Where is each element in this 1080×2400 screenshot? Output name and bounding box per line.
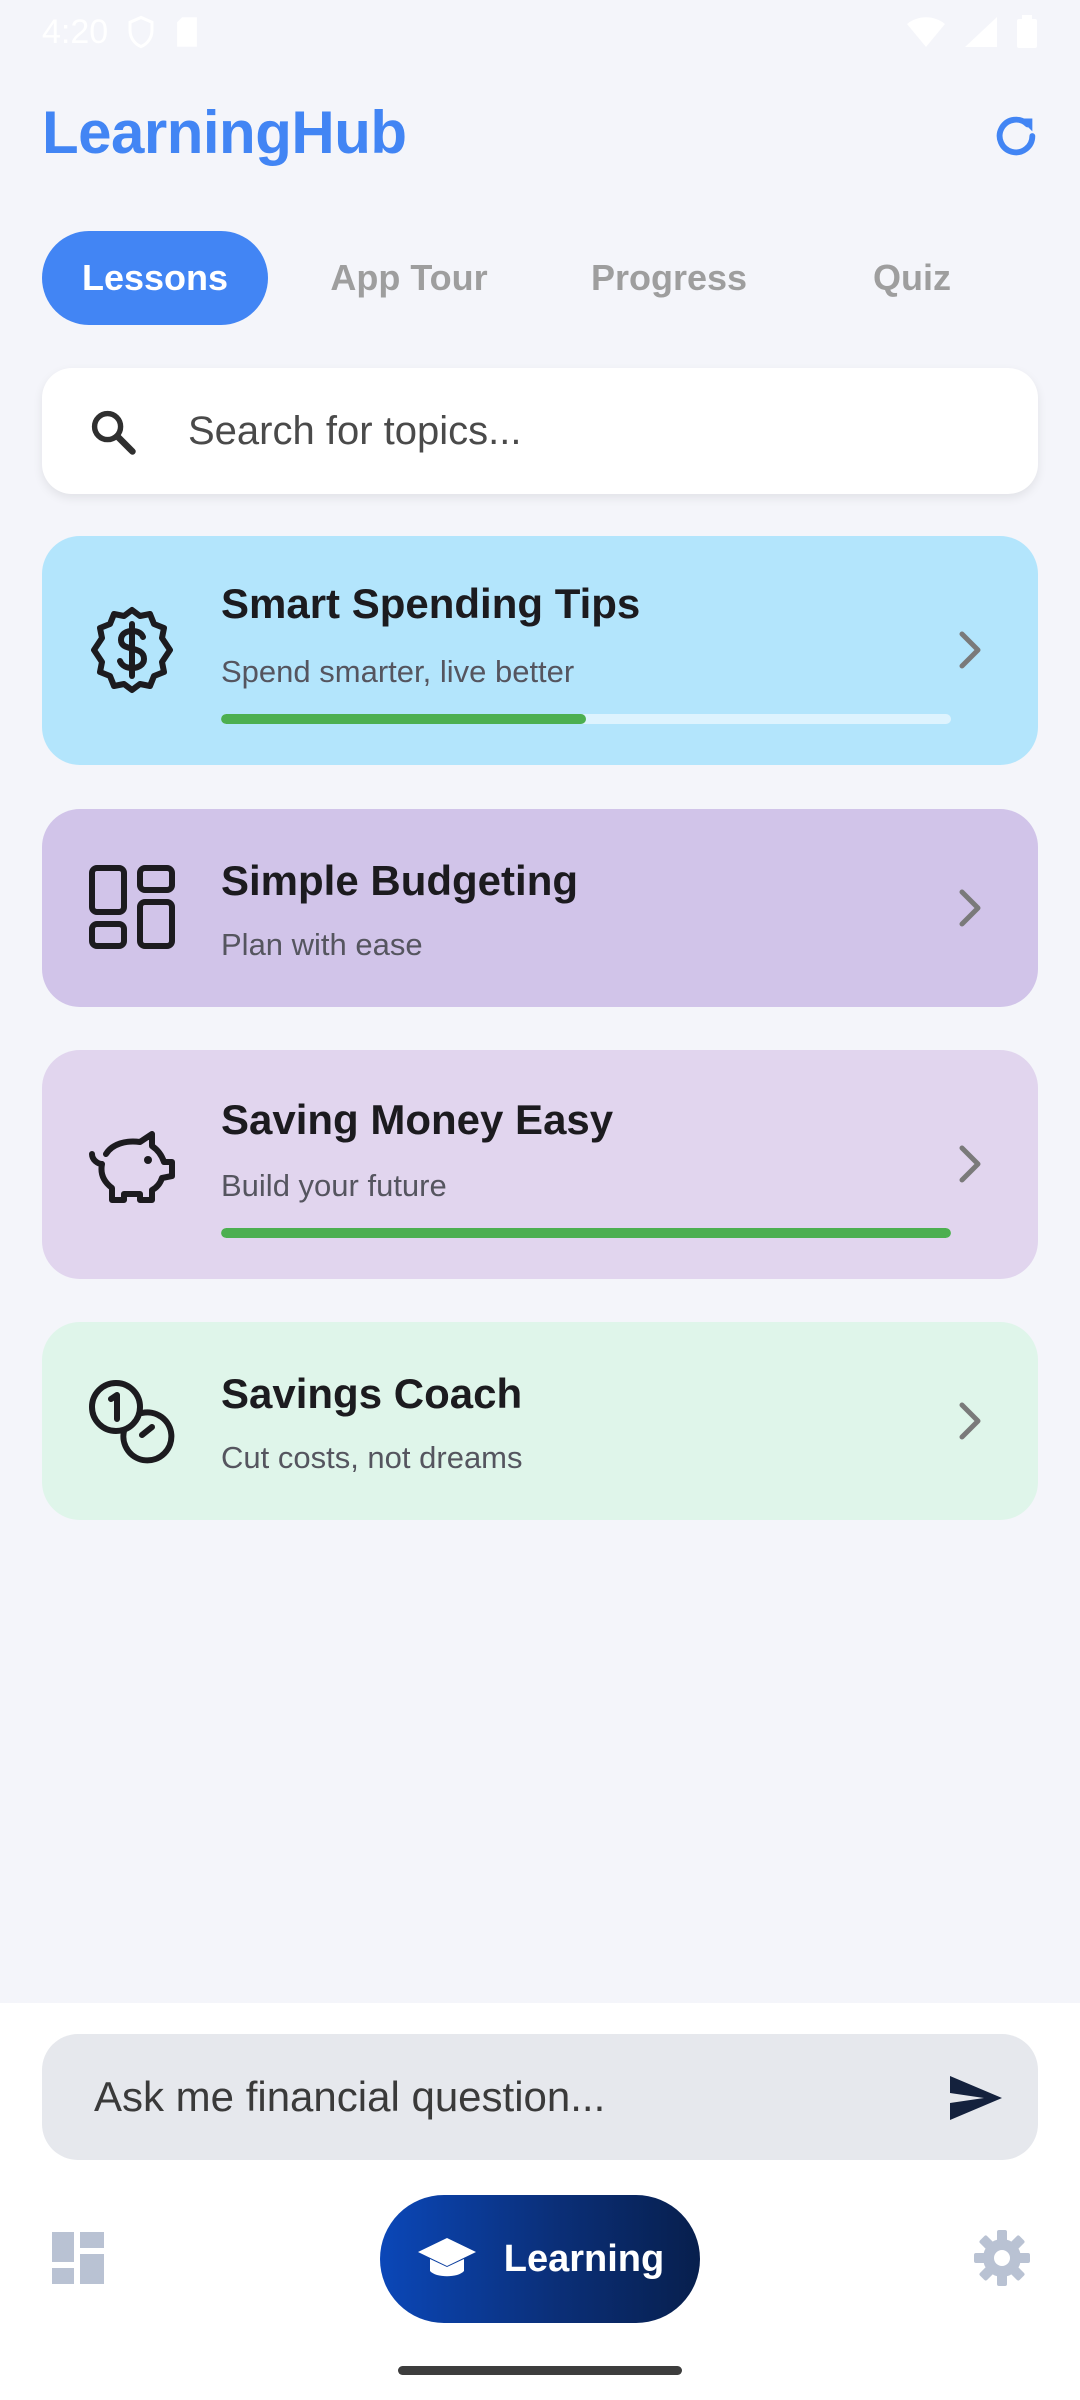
dollar-badge-icon [91, 607, 173, 693]
lesson-title: Smart Spending Tips [221, 580, 641, 627]
lesson-title: Savings Coach [221, 1370, 523, 1417]
lesson-progress-bar [221, 714, 951, 724]
send-icon[interactable] [946, 2072, 1006, 2124]
home-indicator[interactable] [398, 2366, 682, 2375]
lesson-card-savings-coach[interactable]: Savings Coach Cut costs, not dreams [42, 1322, 1038, 1520]
dashboard-grid-icon [89, 865, 175, 949]
chevron-right-icon [959, 1402, 981, 1440]
tab-quiz[interactable]: Quiz [822, 231, 1002, 325]
lesson-card-smart-spending[interactable]: Smart Spending Tips Spend smarter, live … [42, 536, 1038, 765]
search-icon [91, 410, 136, 455]
lesson-progress-bar [221, 1228, 951, 1238]
lesson-card-simple-budgeting[interactable]: Simple Budgeting Plan with ease [42, 809, 1038, 1007]
search-bar [42, 368, 1038, 494]
lesson-title: Simple Budgeting [221, 857, 578, 904]
status-time: 4:20 [42, 12, 109, 51]
graduation-cap-icon [417, 2238, 476, 2277]
lesson-subtitle: Build your future [221, 1168, 447, 1203]
status-bar: 4:20 [0, 0, 1080, 64]
wifi-icon [907, 17, 945, 47]
tab-progress[interactable]: Progress [559, 231, 779, 325]
coins-icon [89, 1380, 175, 1464]
chat-input[interactable] [94, 2062, 914, 2132]
nav-learning-button[interactable]: Learning [380, 2195, 700, 2323]
chevron-right-icon [959, 1145, 981, 1183]
app-title: LearningHub [42, 99, 407, 166]
lesson-card-saving-money[interactable]: Saving Money Easy Build your future [42, 1050, 1038, 1279]
lesson-progress-fill [221, 1228, 951, 1238]
chevron-right-icon [959, 889, 981, 927]
nav-learning-label: Learning [503, 2237, 665, 2280]
shield-icon [128, 15, 154, 49]
tab-lessons[interactable]: Lessons [42, 231, 268, 325]
dashboard-icon[interactable] [50, 2230, 106, 2286]
battery-icon [1017, 15, 1037, 48]
tab-bar: Lessons App Tour Progress Quiz [42, 231, 1038, 325]
lesson-subtitle: Spend smarter, live better [221, 654, 575, 689]
sd-card-icon [177, 17, 198, 47]
lesson-title: Saving Money Easy [221, 1096, 614, 1143]
signal-icon [965, 17, 997, 47]
lesson-progress-fill [221, 714, 586, 724]
chat-input-bar [42, 2034, 1038, 2160]
lesson-subtitle: Cut costs, not dreams [221, 1440, 523, 1475]
settings-icon[interactable] [972, 2228, 1032, 2288]
tab-app-tour[interactable]: App Tour [298, 231, 520, 325]
refresh-icon[interactable] [988, 108, 1044, 164]
lesson-subtitle: Plan with ease [221, 927, 423, 962]
search-input[interactable] [188, 398, 988, 464]
piggy-bank-icon [89, 1131, 175, 1203]
chevron-right-icon [959, 631, 981, 669]
